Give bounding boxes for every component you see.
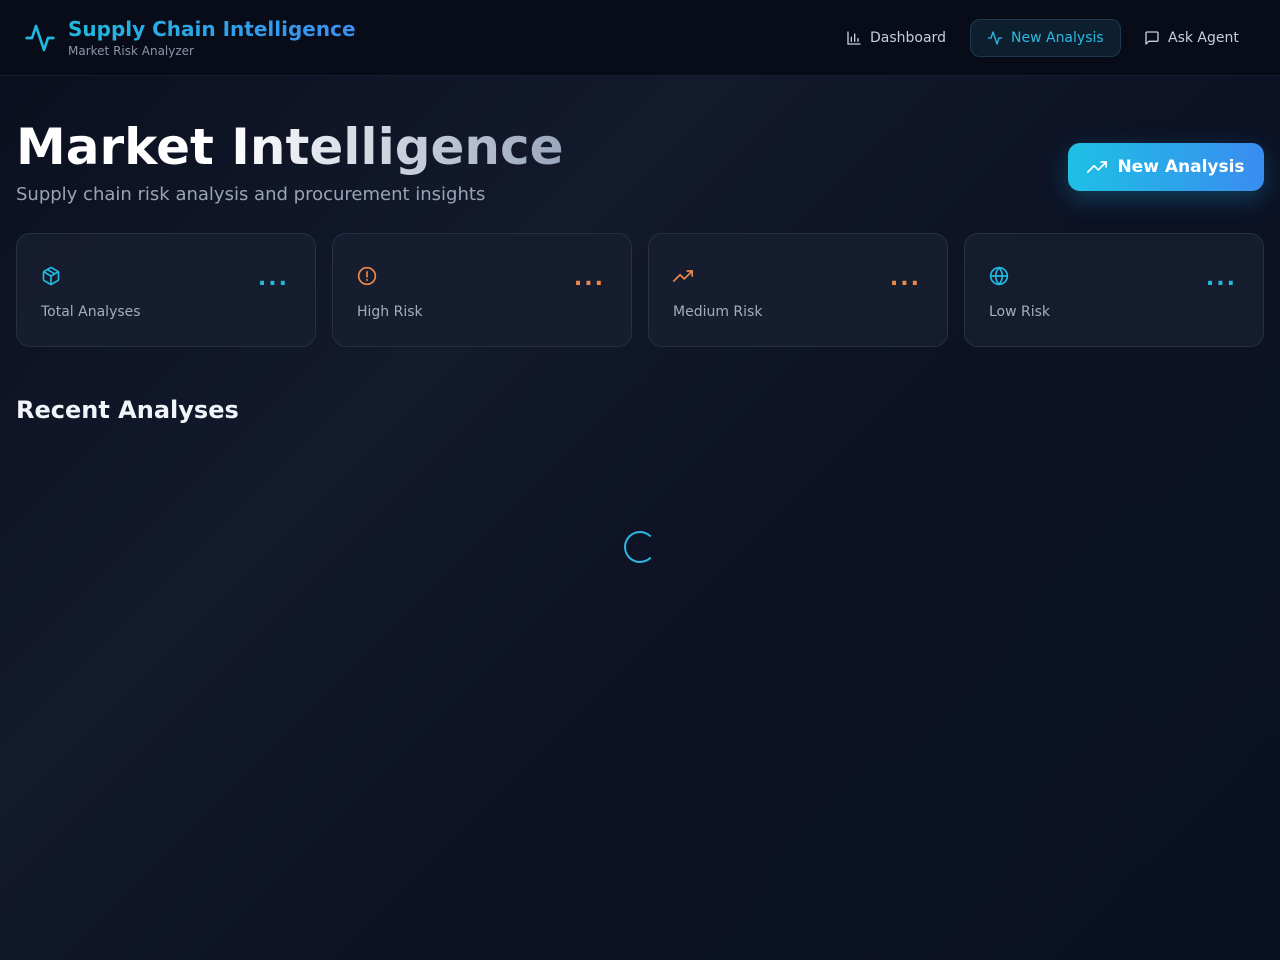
bar-chart-icon [847, 31, 861, 45]
page-subtitle: Supply chain risk analysis and procureme… [16, 184, 486, 205]
alert-circle-icon [357, 266, 377, 286]
brand-title: Supply Chain Intelligence [68, 17, 356, 41]
loading-spinner [624, 531, 656, 563]
message-square-icon [1145, 31, 1159, 45]
stat-label: High Risk [357, 304, 423, 320]
activity-icon [987, 31, 1003, 45]
stat-label: Total Analyses [41, 304, 141, 320]
activity-icon [25, 24, 55, 52]
stat-label: Medium Risk [673, 304, 763, 320]
recent-analyses-title: Recent Analyses [16, 396, 239, 424]
globe-icon [989, 266, 1009, 286]
stat-card-medium-risk: Medium Risk ... [648, 233, 948, 347]
new-analysis-button[interactable]: New Analysis [1068, 143, 1264, 191]
stat-card-total-analyses: Total Analyses ... [16, 233, 316, 347]
stat-value: ... [257, 266, 289, 291]
package-icon [42, 266, 60, 286]
new-analysis-button-label: New Analysis [1117, 157, 1245, 177]
nav-new-analysis-button[interactable]: New Analysis [970, 19, 1121, 57]
trending-up-icon [673, 270, 693, 282]
stat-card-high-risk: High Risk ... [332, 233, 632, 347]
brand-subtitle: Market Risk Analyzer [68, 44, 194, 58]
nav-ask-agent-label: Ask Agent [1168, 30, 1239, 46]
trending-up-icon [1087, 161, 1108, 173]
stat-value: ... [573, 266, 605, 291]
stat-label: Low Risk [989, 304, 1051, 320]
stat-value: ... [1205, 266, 1237, 291]
nav-dashboard-label: Dashboard [870, 30, 946, 46]
stat-card-low-risk: Low Risk ... [964, 233, 1264, 347]
nav-dashboard-button[interactable]: Dashboard [830, 19, 962, 57]
nav-ask-agent-button[interactable]: Ask Agent [1128, 19, 1255, 57]
nav-new-analysis-label: New Analysis [1011, 30, 1104, 46]
page-title: Market Intelligence [16, 118, 564, 176]
stat-value: ... [889, 266, 921, 291]
app-header: Supply Chain Intelligence Market Risk An… [0, 0, 1280, 76]
